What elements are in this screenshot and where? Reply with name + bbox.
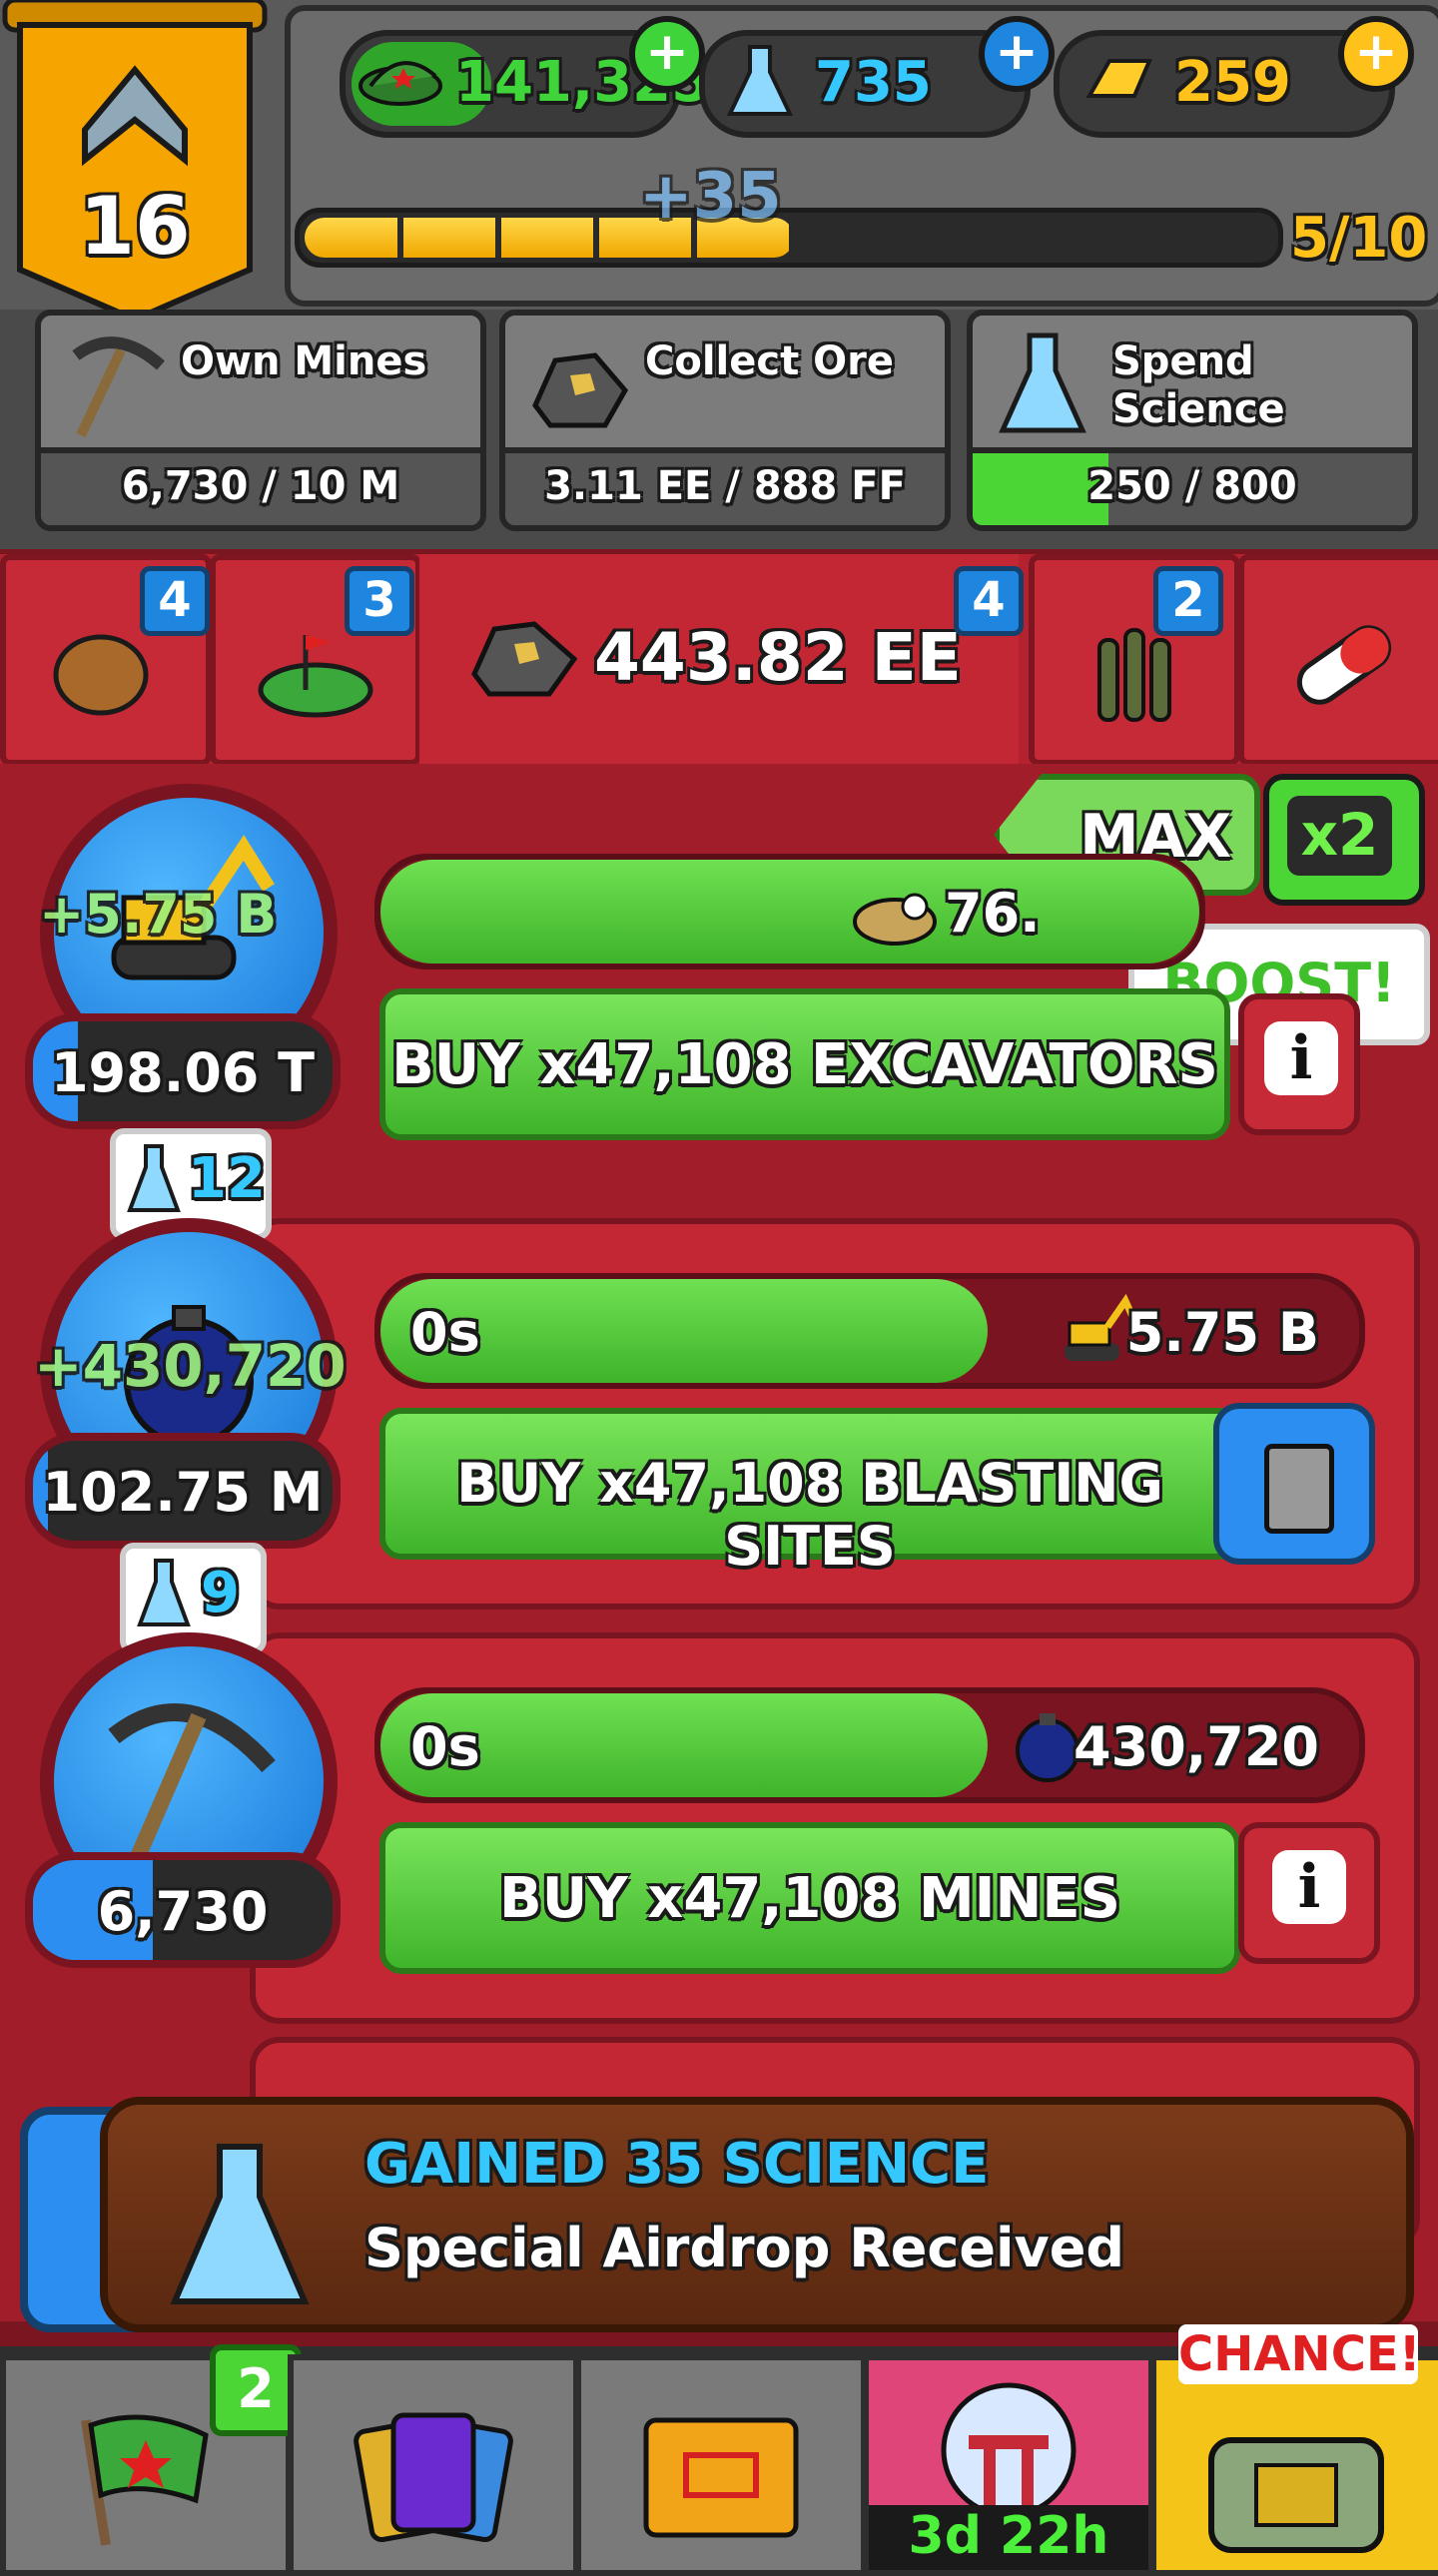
science-value: 735 [815, 50, 932, 115]
pill-icon [1296, 625, 1392, 705]
blasting-production-bar: 0s 5.75 B [374, 1273, 1365, 1389]
buy-mines-label: BUY x47,108 MINES [499, 1866, 1120, 1931]
excavator-prod-value: 76. [945, 882, 1041, 945]
buy-excavators-label: BUY x47,108 EXCAVATORS [391, 1032, 1218, 1097]
add-gold-button[interactable]: + [1338, 16, 1414, 92]
excavator-production-bar: 76. [374, 854, 1205, 969]
mines-info-button[interactable]: i [1238, 1822, 1380, 1964]
event-timer: 3d 22h [869, 2505, 1148, 2570]
goal-value: 6,730 / 10 M [121, 463, 400, 509]
ammo-badge: 2 [1153, 566, 1223, 636]
buy-mines-button[interactable]: BUY x47,108 MINES [379, 1822, 1240, 1974]
goal-label: Collect Ore [645, 338, 895, 384]
bottom-nav: 2 3d 22h CHANCE! [0, 2324, 1438, 2576]
rank-chevron-icon [82, 65, 188, 167]
toast-message: Special Airdrop Received [364, 2217, 1125, 2279]
mines-prod-value: 430,720 [1074, 1715, 1319, 1778]
event-moon-icon [941, 2382, 1077, 2518]
gold-value: 259 [1174, 50, 1291, 115]
nav-event[interactable]: 3d 22h [863, 2354, 1154, 2576]
buy-blasting-sites-label: BUY x47,108 BLASTING SITES [456, 1452, 1163, 1578]
science-flask-icon [137, 1559, 191, 1626]
miner-helmet-icon [853, 893, 937, 946]
science-flask-icon [127, 1144, 181, 1212]
mines-count-value: 6,730 [97, 1880, 269, 1943]
info-icon: i [1264, 1021, 1338, 1095]
blasting-count-value: 102.75 M [42, 1461, 324, 1524]
plus-icon: + [645, 22, 689, 82]
goal-own-mines[interactable]: Own Mines 6,730 / 10 M [35, 310, 486, 531]
pickaxe-icon [72, 336, 165, 438]
mines-science-cost: 9 [201, 1561, 240, 1625]
flag-icon [81, 2414, 209, 2546]
mines-timer: 0s [410, 1715, 480, 1778]
ore-total-value: 443.82 EE [594, 619, 962, 696]
buy-blasting-sites-button[interactable]: BUY x47,108 BLASTING SITES [379, 1408, 1240, 1578]
nav-research[interactable] [575, 2354, 867, 2576]
xp-progress-label: 5/10 [1290, 206, 1428, 271]
blasting-prod-value: 5.75 B [1125, 1301, 1319, 1364]
notification-toast[interactable]: GAINED 35 SCIENCE Special Airdrop Receiv… [20, 2097, 1418, 2332]
gold-bar-icon [1085, 59, 1153, 98]
blasting-timer: 0s [410, 1301, 480, 1364]
mines-count: 6,730 [25, 1852, 341, 1968]
add-cash-button[interactable]: + [629, 16, 705, 92]
excavator-count: 198.06 T [25, 1013, 341, 1129]
add-science-button[interactable]: + [979, 16, 1055, 92]
manager-card-icon [1264, 1444, 1334, 1534]
pickaxe-icon [108, 1703, 276, 1870]
plus-icon: + [1354, 22, 1398, 82]
tab-pill[interactable] [1238, 554, 1438, 766]
folder-icon [643, 2417, 799, 2538]
goal-value: 3.11 EE / 888 FF [544, 463, 906, 509]
blasting-science-cost: 12 [188, 1146, 266, 1211]
treasure-chest-icon [1208, 2437, 1384, 2553]
ore-total-tab[interactable]: 443.82 EE [419, 554, 1019, 764]
excavator-info-button[interactable]: i [1238, 993, 1360, 1135]
excavator-gain: +5.75 B [39, 883, 278, 946]
xp-gain-popup: +35 [639, 160, 782, 234]
potato-badge: 4 [140, 566, 210, 636]
blasting-manager-button[interactable] [1213, 1403, 1375, 1565]
business-list: MAX x2 BOOST! +5.75 B 76. 198.06 T BUY x… [0, 764, 1438, 2321]
info-icon: i [1272, 1850, 1346, 1924]
xp-progress-bar [295, 208, 1283, 268]
ore-rock-icon [471, 621, 578, 697]
excavator-count-value: 198.06 T [50, 1041, 315, 1104]
cards-icon [354, 2412, 513, 2543]
chance-label: CHANCE! [1178, 2324, 1421, 2384]
science-flask-icon [999, 332, 1086, 433]
land-badge: 3 [345, 566, 414, 636]
goal-value: 250 / 800 [1087, 463, 1297, 509]
nav-cards[interactable] [288, 2354, 579, 2576]
goal-spend-science[interactable]: Spend Science 250 / 800 [967, 310, 1418, 531]
goal-label: Spend Science [1112, 338, 1285, 432]
player-level: 16 [79, 180, 191, 273]
nav-chance[interactable] [1150, 2354, 1438, 2576]
buy-excavators-button[interactable]: BUY x47,108 EXCAVATORS [379, 988, 1230, 1140]
toast-title: GAINED 35 SCIENCE [364, 2132, 990, 2197]
science-flask-icon [726, 45, 794, 116]
goals-panel: Own Mines 6,730 / 10 M Collect Ore 3.11 … [0, 310, 1438, 549]
goal-label: Own Mines [181, 338, 427, 384]
blasting-count: 102.75 M [25, 1433, 341, 1549]
blasting-gain: +430,720 [34, 1332, 347, 1400]
mines-production-bar: 0s 430,720 [374, 1687, 1365, 1803]
potato-icon [53, 634, 149, 716]
ore-rock-icon [532, 352, 629, 428]
army-cap-icon [359, 61, 442, 106]
science-flask-icon [170, 2144, 310, 2304]
goal-collect-ore[interactable]: Collect Ore 3.11 EE / 888 FF [499, 310, 951, 531]
resource-tab-strip: 4 3 443.82 EE 4 2 [0, 554, 1438, 766]
plus-icon: + [995, 22, 1039, 82]
ore-tab-badge: 4 [954, 566, 1024, 636]
rank-banner[interactable]: 16 [0, 0, 270, 329]
